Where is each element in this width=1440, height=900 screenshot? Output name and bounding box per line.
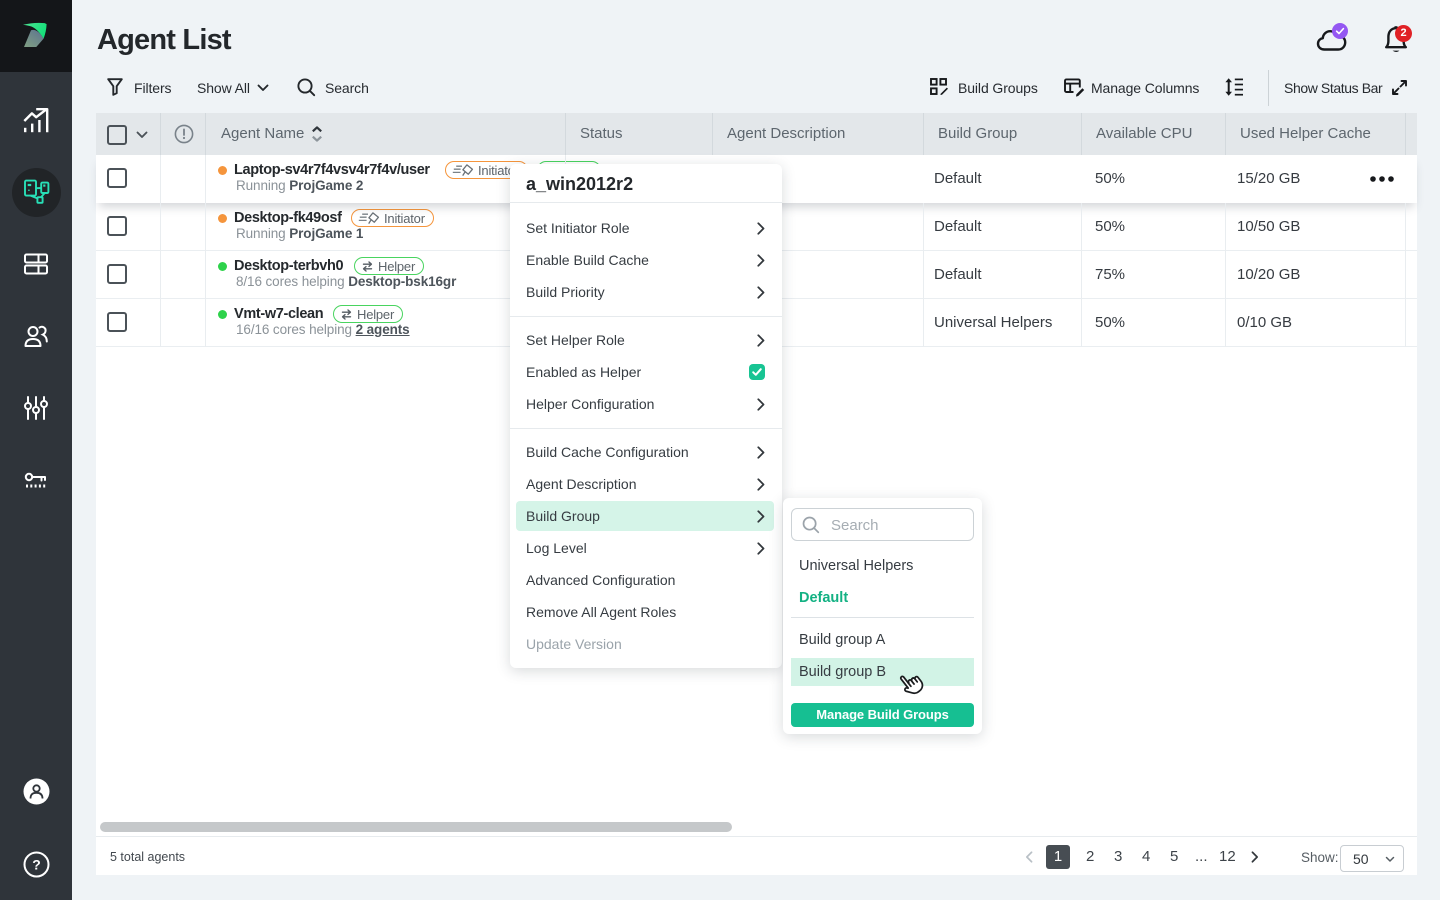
svg-text:?: ? — [32, 857, 41, 873]
